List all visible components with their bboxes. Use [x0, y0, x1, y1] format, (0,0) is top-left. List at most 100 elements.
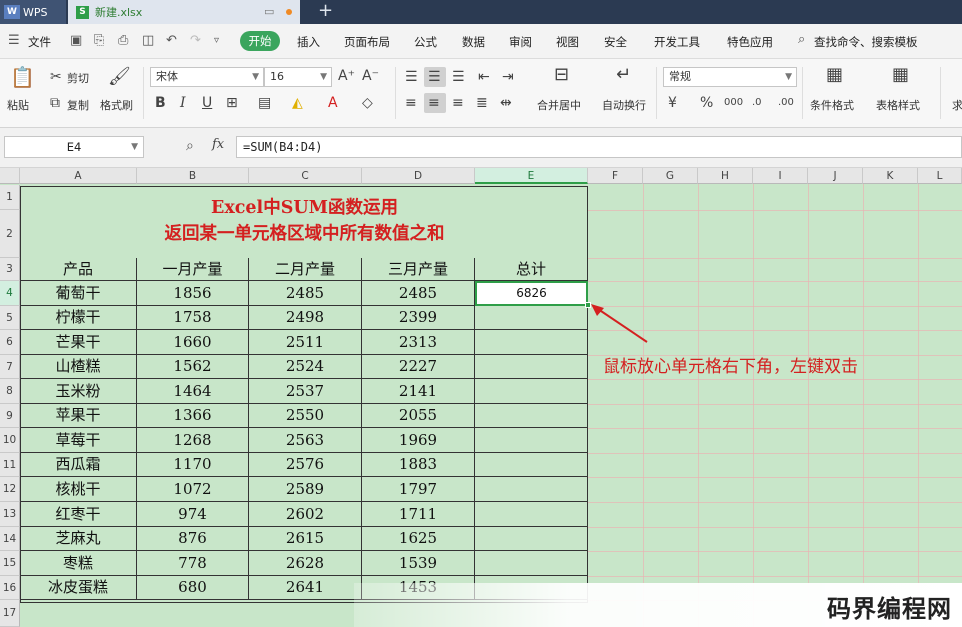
borders-icon[interactable]: ⊞ — [226, 95, 238, 111]
cell-a8[interactable]: 玉米粉 — [20, 379, 137, 404]
wps-home-tab[interactable]: W WPS — [0, 0, 66, 24]
table-style-icon[interactable]: ▦ — [892, 66, 909, 84]
cell-b15[interactable]: 778 — [137, 551, 249, 576]
cell-d6[interactable]: 2313 — [362, 330, 475, 355]
cell-e9[interactable] — [475, 404, 588, 428]
column-header-h[interactable]: H — [698, 168, 753, 184]
cell-b11[interactable]: 1170 — [137, 453, 249, 477]
cell-d15[interactable]: 1539 — [362, 551, 475, 576]
more-button[interactable]: 求 — [952, 97, 962, 113]
cell-a14[interactable]: 芝麻丸 — [20, 527, 137, 551]
cell-e8[interactable] — [475, 379, 588, 404]
tab-security[interactable]: 安全 — [604, 34, 627, 50]
cell-c10[interactable]: 2563 — [249, 428, 362, 453]
redo-icon[interactable]: ↷ — [190, 33, 201, 48]
monitor-icon[interactable]: ▭ — [264, 5, 274, 18]
cell-d12[interactable]: 1797 — [362, 477, 475, 502]
align-center-icon[interactable]: ≡ — [428, 95, 440, 111]
conditional-format-icon[interactable]: ▦ — [826, 66, 843, 84]
thousands-icon[interactable]: 000 — [724, 95, 743, 111]
percent-icon[interactable]: % — [700, 95, 713, 111]
format-painter-icon[interactable]: 🖌 — [108, 68, 131, 86]
row-header-4[interactable]: 4 — [0, 281, 20, 306]
row-header-15[interactable]: 15 — [0, 551, 20, 576]
currency-icon[interactable]: ¥ — [668, 95, 677, 111]
cell-b16[interactable]: 680 — [137, 576, 249, 600]
select-all-corner[interactable] — [0, 168, 20, 184]
decrease-indent-icon[interactable]: ⇤ — [478, 69, 490, 85]
row-header-3[interactable]: 3 — [0, 258, 20, 281]
row-header-8[interactable]: 8 — [0, 379, 20, 404]
underline-icon[interactable]: U — [202, 95, 212, 111]
row-header-9[interactable]: 9 — [0, 404, 20, 428]
sheet-title-merged-cell[interactable]: Excel中SUM函数运用 返回某一单元格区域中所有数值之和 — [21, 187, 588, 258]
increase-font-icon[interactable]: A⁺ — [338, 68, 355, 84]
column-header-j[interactable]: J — [808, 168, 863, 184]
row-header-12[interactable]: 12 — [0, 477, 20, 502]
number-format-select[interactable]: 常规 ▼ — [663, 67, 797, 87]
export-icon[interactable]: ⎘ — [94, 33, 104, 48]
cell-a7[interactable]: 山楂糕 — [20, 355, 137, 379]
document-tab[interactable]: S 新建.xlsx ▭ — [68, 0, 300, 24]
row-header-7[interactable]: 7 — [0, 355, 20, 379]
row-header-6[interactable]: 6 — [0, 330, 20, 355]
clear-format-icon[interactable]: ◇ — [362, 95, 373, 111]
command-search[interactable]: 查找命令、搜索模板 — [814, 34, 918, 50]
cell-e3[interactable]: 总计 — [475, 258, 588, 281]
cell-c6[interactable]: 2511 — [249, 330, 362, 355]
align-top-icon[interactable]: ☰ — [405, 69, 418, 85]
paste-button[interactable]: 粘贴 — [7, 97, 29, 113]
decrease-font-icon[interactable]: A⁻ — [362, 68, 379, 84]
cell-e15[interactable] — [475, 551, 588, 576]
print-preview-icon[interactable]: ◫ — [142, 33, 154, 48]
wrap-text-icon[interactable]: ↵ — [616, 66, 631, 84]
font-color-icon[interactable]: A — [328, 95, 338, 111]
row-header-16[interactable]: 16 — [0, 576, 20, 600]
tab-features[interactable]: 特色应用 — [727, 34, 773, 50]
justify-icon[interactable]: ≣ — [476, 95, 488, 111]
cell-a6[interactable]: 芒果干 — [20, 330, 137, 355]
cell-e7[interactable] — [475, 355, 588, 379]
tab-formulas[interactable]: 公式 — [414, 34, 437, 50]
insert-function-icon[interactable]: fx — [212, 137, 224, 152]
cell-c12[interactable]: 2589 — [249, 477, 362, 502]
row-header-14[interactable]: 14 — [0, 527, 20, 551]
tab-start[interactable]: 开始 — [240, 31, 280, 51]
cell-d10[interactable]: 1969 — [362, 428, 475, 453]
cell-style-icon[interactable]: ▤ — [258, 95, 271, 111]
column-header-c[interactable]: C — [249, 168, 362, 184]
cell-d7[interactable]: 2227 — [362, 355, 475, 379]
search-icon[interactable]: ⌕ — [798, 32, 805, 47]
row-header-5[interactable]: 5 — [0, 306, 20, 330]
increase-indent-icon[interactable]: ⇥ — [502, 69, 514, 85]
cell-b13[interactable]: 974 — [137, 502, 249, 527]
cell-c15[interactable]: 2628 — [249, 551, 362, 576]
copy-button[interactable]: 复制 — [67, 97, 89, 113]
bold-icon[interactable]: B — [155, 95, 166, 111]
hamburger-icon[interactable]: ☰ — [8, 33, 20, 48]
tab-insert[interactable]: 插入 — [297, 34, 320, 50]
align-left-icon[interactable]: ≡ — [405, 95, 417, 111]
paste-icon[interactable]: 📋 — [10, 67, 35, 87]
column-header-g[interactable]: G — [643, 168, 698, 184]
column-header-b[interactable]: B — [137, 168, 249, 184]
format-painter-button[interactable]: 格式刷 — [100, 97, 133, 113]
cell-a4[interactable]: 葡萄干 — [20, 281, 137, 306]
cell-e12[interactable] — [475, 477, 588, 502]
customize-dropdown-icon[interactable]: ▿ — [214, 35, 219, 46]
cell-e10[interactable] — [475, 428, 588, 453]
cell-c4[interactable]: 2485 — [249, 281, 362, 306]
cell-c16[interactable]: 2641 — [249, 576, 362, 600]
row-header-11[interactable]: 11 — [0, 453, 20, 477]
cell-c9[interactable]: 2550 — [249, 404, 362, 428]
cell-a12[interactable]: 核桃干 — [20, 477, 137, 502]
row-header-13[interactable]: 13 — [0, 502, 20, 527]
conditional-format-button[interactable]: 条件格式 — [810, 97, 854, 113]
cell-e5[interactable] — [475, 306, 588, 330]
name-box[interactable]: E4 ▼ — [4, 136, 144, 158]
cell-b10[interactable]: 1268 — [137, 428, 249, 453]
cell-d14[interactable]: 1625 — [362, 527, 475, 551]
cell-b9[interactable]: 1366 — [137, 404, 249, 428]
cell-b3[interactable]: 一月产量 — [137, 258, 249, 281]
cell-c13[interactable]: 2602 — [249, 502, 362, 527]
